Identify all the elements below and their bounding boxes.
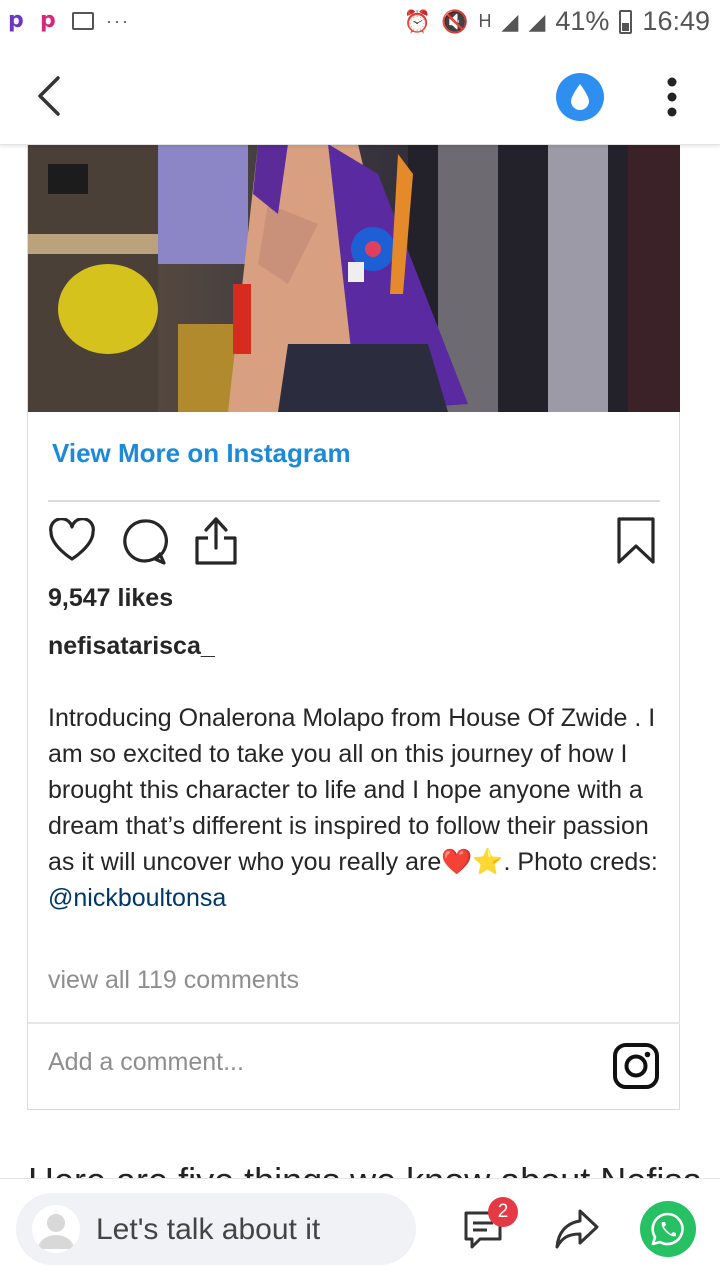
mention-link[interactable]: @nickboultonsa [48, 884, 226, 912]
post-image [28, 144, 680, 412]
whatsapp-icon [651, 1212, 684, 1246]
clock-time: 16:49 [642, 6, 710, 36]
likes-count: 9,547 likes [48, 584, 174, 612]
share-button[interactable] [554, 1207, 600, 1251]
post-photo [28, 144, 680, 412]
system-icons: ⏰ 🔇 H ◢ ◢ 41% 16:49 [404, 6, 710, 37]
comment-prompt-button[interactable]: Let's talk about it [16, 1193, 416, 1265]
mute-icon: 🔇 [441, 8, 469, 34]
heart-emoji: ❤️ [441, 848, 473, 876]
comment-bubble-icon [123, 519, 168, 565]
avatar [32, 1205, 80, 1253]
caption-tail: . Photo creds: [503, 848, 658, 876]
share-post-button[interactable] [194, 516, 238, 571]
battery-percent: 41% [555, 6, 610, 36]
more-options-button[interactable] [660, 76, 684, 118]
h-signal-icon: H [478, 11, 492, 31]
heart-icon [49, 517, 95, 561]
alarm-icon: ⏰ [403, 8, 432, 34]
instagram-logo-link[interactable] [612, 1042, 660, 1090]
divider [28, 1022, 680, 1024]
notification-icons: p p ··· [8, 10, 130, 32]
share-arrow-icon [555, 1209, 599, 1249]
more-dots-icon: ··· [106, 10, 130, 31]
like-button[interactable] [48, 517, 96, 567]
vertical-dots-icon [667, 77, 677, 117]
whatsapp-share-button[interactable] [640, 1201, 696, 1257]
save-button[interactable] [616, 516, 656, 571]
add-comment-input[interactable]: Add a comment... [48, 1048, 244, 1077]
post-caption: Introducing Onalerona Molapo from House … [48, 700, 660, 916]
bookmark-icon [617, 517, 655, 564]
status-bar: p p ··· ⏰ 🔇 H ◢ ◢ 41% 16:49 [0, 0, 720, 48]
view-all-comments-link[interactable]: view all 119 comments [48, 966, 299, 995]
upload-share-icon [195, 517, 237, 565]
signal-icon: ◢ [528, 8, 546, 34]
battery-icon [619, 9, 633, 34]
user-placeholder-icon [38, 1214, 74, 1249]
app-bar [0, 48, 720, 145]
signal-icon: ◢ [501, 8, 519, 34]
star-emoji: ⭐ [472, 848, 504, 876]
post-username[interactable]: nefisatarisca_ [48, 632, 215, 661]
comment-prompt-label: Let's talk about it [96, 1213, 321, 1246]
bottom-engagement-bar: Let's talk about it 2 [0, 1178, 720, 1281]
divider [48, 500, 660, 502]
view-more-on-instagram-link[interactable]: View More on Instagram [52, 438, 351, 469]
p-app-icon: p [8, 8, 24, 33]
back-button[interactable] [30, 74, 70, 118]
image-icon [72, 12, 94, 30]
comment-count-badge: 2 [488, 1197, 518, 1227]
comment-button[interactable] [122, 518, 168, 571]
water-drop-icon [571, 84, 589, 110]
water-drop-button[interactable] [556, 73, 604, 121]
chevron-left-icon [38, 76, 60, 116]
instagram-icon [613, 1043, 659, 1089]
p-app-icon: p [40, 8, 56, 33]
